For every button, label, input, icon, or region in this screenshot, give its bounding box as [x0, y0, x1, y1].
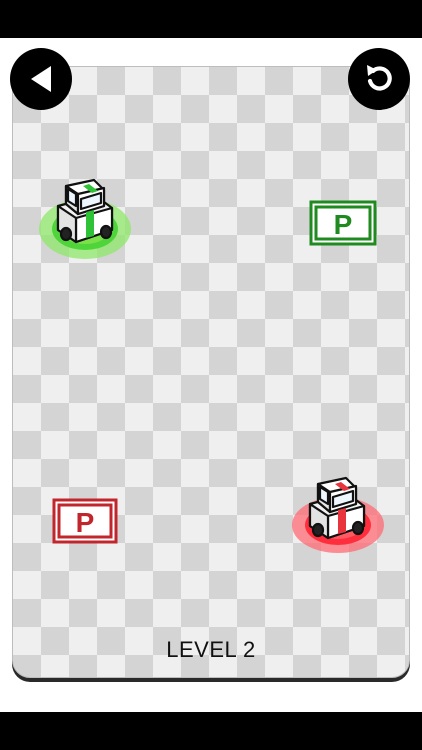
game-board[interactable]: [12, 66, 410, 678]
green-car[interactable]: [36, 172, 134, 264]
back-button[interactable]: [10, 48, 72, 110]
restart-arrow-icon: [367, 65, 392, 91]
restart-button[interactable]: [348, 48, 410, 110]
red-parking-letter: P: [76, 507, 95, 538]
level-label: LEVEL 2: [166, 637, 256, 662]
red-parking-spot: P: [52, 498, 118, 544]
top-frame-bar: [0, 0, 422, 38]
green-parking-letter: P: [334, 209, 353, 240]
back-triangle-icon: [31, 66, 51, 92]
green-parking-spot: P: [309, 200, 377, 246]
red-car[interactable]: [290, 470, 386, 560]
bottom-frame-bar: [0, 712, 422, 750]
